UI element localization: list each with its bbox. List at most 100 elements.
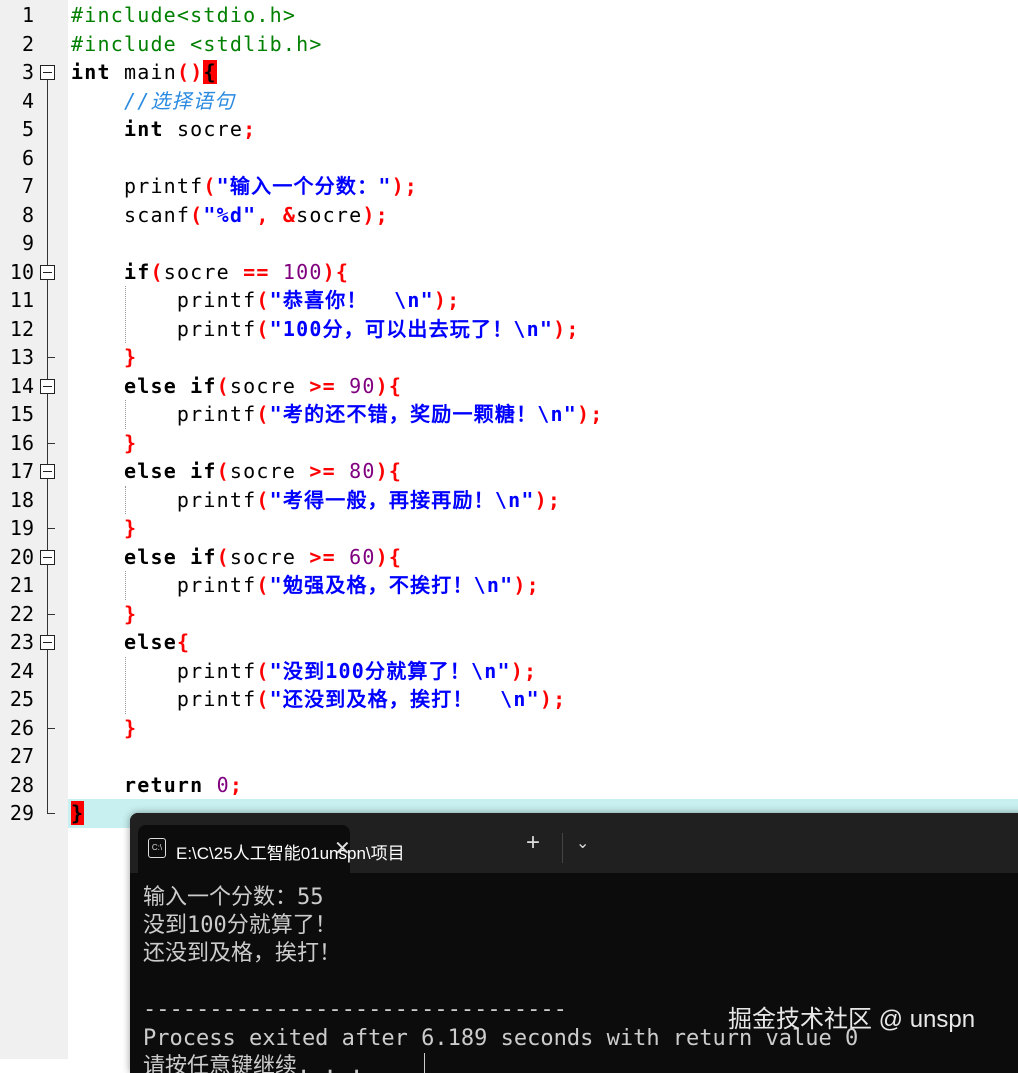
fold-collapse-icon[interactable] xyxy=(40,635,55,650)
code-line[interactable]: //选择语句 xyxy=(71,87,235,116)
code-line[interactable]: } xyxy=(71,343,137,372)
fold-end-marker xyxy=(47,813,55,814)
terminal-window[interactable]: C:\ E:\C\25人工智能01unspn\项目 ✕ + ⌄ 输入一个分数：5… xyxy=(130,813,1018,1073)
code-line[interactable]: else if(socre >= 60){ xyxy=(71,543,402,572)
code-token-op: ( xyxy=(216,459,230,483)
fold-end-marker xyxy=(47,613,55,615)
code-line[interactable]: printf("考的还不错，奖励一颗糖！\n"); xyxy=(71,400,603,429)
code-line[interactable]: } xyxy=(71,429,137,458)
line-number: 15 xyxy=(9,402,34,426)
code-token-op: ); xyxy=(553,316,580,341)
code-token-id: socre xyxy=(229,544,310,569)
line-number: 25 xyxy=(9,687,34,711)
code-line[interactable]: printf("没到100分就算了！\n"); xyxy=(71,657,537,686)
code-token-op: } xyxy=(123,430,138,455)
code-line[interactable]: else{ xyxy=(71,628,190,657)
code-token-id: socre xyxy=(229,373,310,398)
terminal-output-line: 输入一个分数：55 xyxy=(143,885,324,910)
code-line[interactable]: printf("考得一般，再接再励！\n"); xyxy=(71,486,561,515)
code-token-num: 90 xyxy=(349,373,376,398)
code-line[interactable]: printf("勉强及格，不挨打！\n"); xyxy=(71,571,540,600)
code-token-op: ); xyxy=(539,687,567,711)
code-token-str: "输入一个分数：" xyxy=(216,174,392,198)
line-number: 22 xyxy=(9,601,34,626)
fold-collapse-icon[interactable] xyxy=(40,65,55,80)
code-line[interactable]: printf("恭喜你！ \n"); xyxy=(71,286,460,315)
code-token-id: main xyxy=(110,60,177,84)
fold-end-marker xyxy=(47,727,55,729)
code-token-num: 80 xyxy=(349,459,376,483)
fold-collapse-icon[interactable] xyxy=(40,264,55,280)
code-token-op: ; xyxy=(243,117,257,141)
code-token-pp: #include <stdlib.h> xyxy=(71,31,323,56)
new-tab-button[interactable]: + xyxy=(526,829,540,857)
chevron-down-icon[interactable]: ⌄ xyxy=(576,833,589,853)
close-tab-icon[interactable]: ✕ xyxy=(334,836,351,861)
code-token-id xyxy=(71,630,124,654)
line-number: 12 xyxy=(9,316,34,341)
code-token-str: "%d" xyxy=(203,202,257,227)
line-number: 7 xyxy=(21,174,34,198)
line-number: 26 xyxy=(9,715,34,740)
code-token-op: ( xyxy=(216,544,230,569)
code-token-pp: #include<stdio.h> xyxy=(71,3,297,27)
line-number: 23 xyxy=(9,630,34,654)
line-number: 17 xyxy=(9,459,34,483)
code-token-id xyxy=(336,459,349,483)
code-line[interactable]: printf("输入一个分数："); xyxy=(71,172,418,201)
code-token-hl: { xyxy=(203,60,217,84)
code-token-kw: else if xyxy=(123,373,217,398)
code-line[interactable]: printf("还没到及格，挨打！ \n"); xyxy=(71,685,566,714)
code-token-id xyxy=(71,545,124,569)
text-cursor xyxy=(424,1053,425,1073)
indent-guide xyxy=(125,656,126,714)
line-number: 11 xyxy=(9,288,34,312)
line-number: 29 xyxy=(9,801,34,825)
code-token-id: printf xyxy=(71,487,257,512)
code-line[interactable]: else if(socre >= 80){ xyxy=(71,457,402,486)
code-line[interactable]: printf("100分，可以出去玩了！\n"); xyxy=(71,315,580,344)
indent-guide xyxy=(125,400,126,429)
code-token-op: ( xyxy=(190,202,204,227)
code-line[interactable]: } xyxy=(71,799,85,828)
code-token-op: ); xyxy=(362,202,389,227)
code-token-op: >= xyxy=(309,373,336,398)
fold-collapse-icon[interactable] xyxy=(40,378,55,394)
code-token-str: "考的还不错，奖励一颗糖！\n" xyxy=(269,402,577,426)
code-line[interactable]: #include <stdlib.h> xyxy=(71,30,323,59)
code-token-id xyxy=(71,602,124,626)
code-token-id: printf xyxy=(71,402,257,426)
line-number: 2 xyxy=(21,31,34,56)
code-token-id: printf xyxy=(71,174,204,198)
code-token-id xyxy=(336,545,349,569)
code-line[interactable]: int main(){ xyxy=(71,58,217,87)
code-line[interactable]: } xyxy=(71,600,137,629)
code-token-id xyxy=(203,773,216,797)
code-token-id xyxy=(71,260,124,284)
code-token-op: ){ xyxy=(375,459,403,483)
line-number: 6 xyxy=(21,145,34,170)
code-line[interactable]: return 0; xyxy=(71,771,243,800)
code-token-str: "考得一般，再接再励！\n" xyxy=(269,487,535,512)
code-token-id: printf xyxy=(71,316,257,341)
code-line[interactable]: } xyxy=(71,714,137,743)
code-token-kw: else xyxy=(123,630,177,654)
code-token-id xyxy=(336,374,349,398)
fold-collapse-icon[interactable] xyxy=(40,549,55,565)
code-line[interactable]: } xyxy=(71,514,137,543)
code-line[interactable]: else if(socre >= 90){ xyxy=(71,372,402,401)
code-token-op: == xyxy=(243,259,270,284)
fold-end-marker xyxy=(47,442,55,444)
terminal-tab[interactable]: C:\ E:\C\25人工智能01unspn\项目 ✕ xyxy=(138,825,405,873)
code-line[interactable]: if(socre == 100){ xyxy=(71,258,349,287)
terminal-output-line: 没到100分就算了！ xyxy=(143,913,337,938)
code-line[interactable]: #include<stdio.h> xyxy=(71,1,296,30)
fold-collapse-icon[interactable] xyxy=(40,464,55,479)
code-token-id xyxy=(71,459,124,483)
code-token-op: >= xyxy=(309,544,336,569)
code-line[interactable]: scanf("%d", &socre); xyxy=(71,201,389,230)
code-line[interactable]: int socre; xyxy=(71,115,256,144)
line-number: 19 xyxy=(9,516,34,540)
code-token-op: ( xyxy=(256,316,270,341)
indent-guide xyxy=(125,485,126,514)
